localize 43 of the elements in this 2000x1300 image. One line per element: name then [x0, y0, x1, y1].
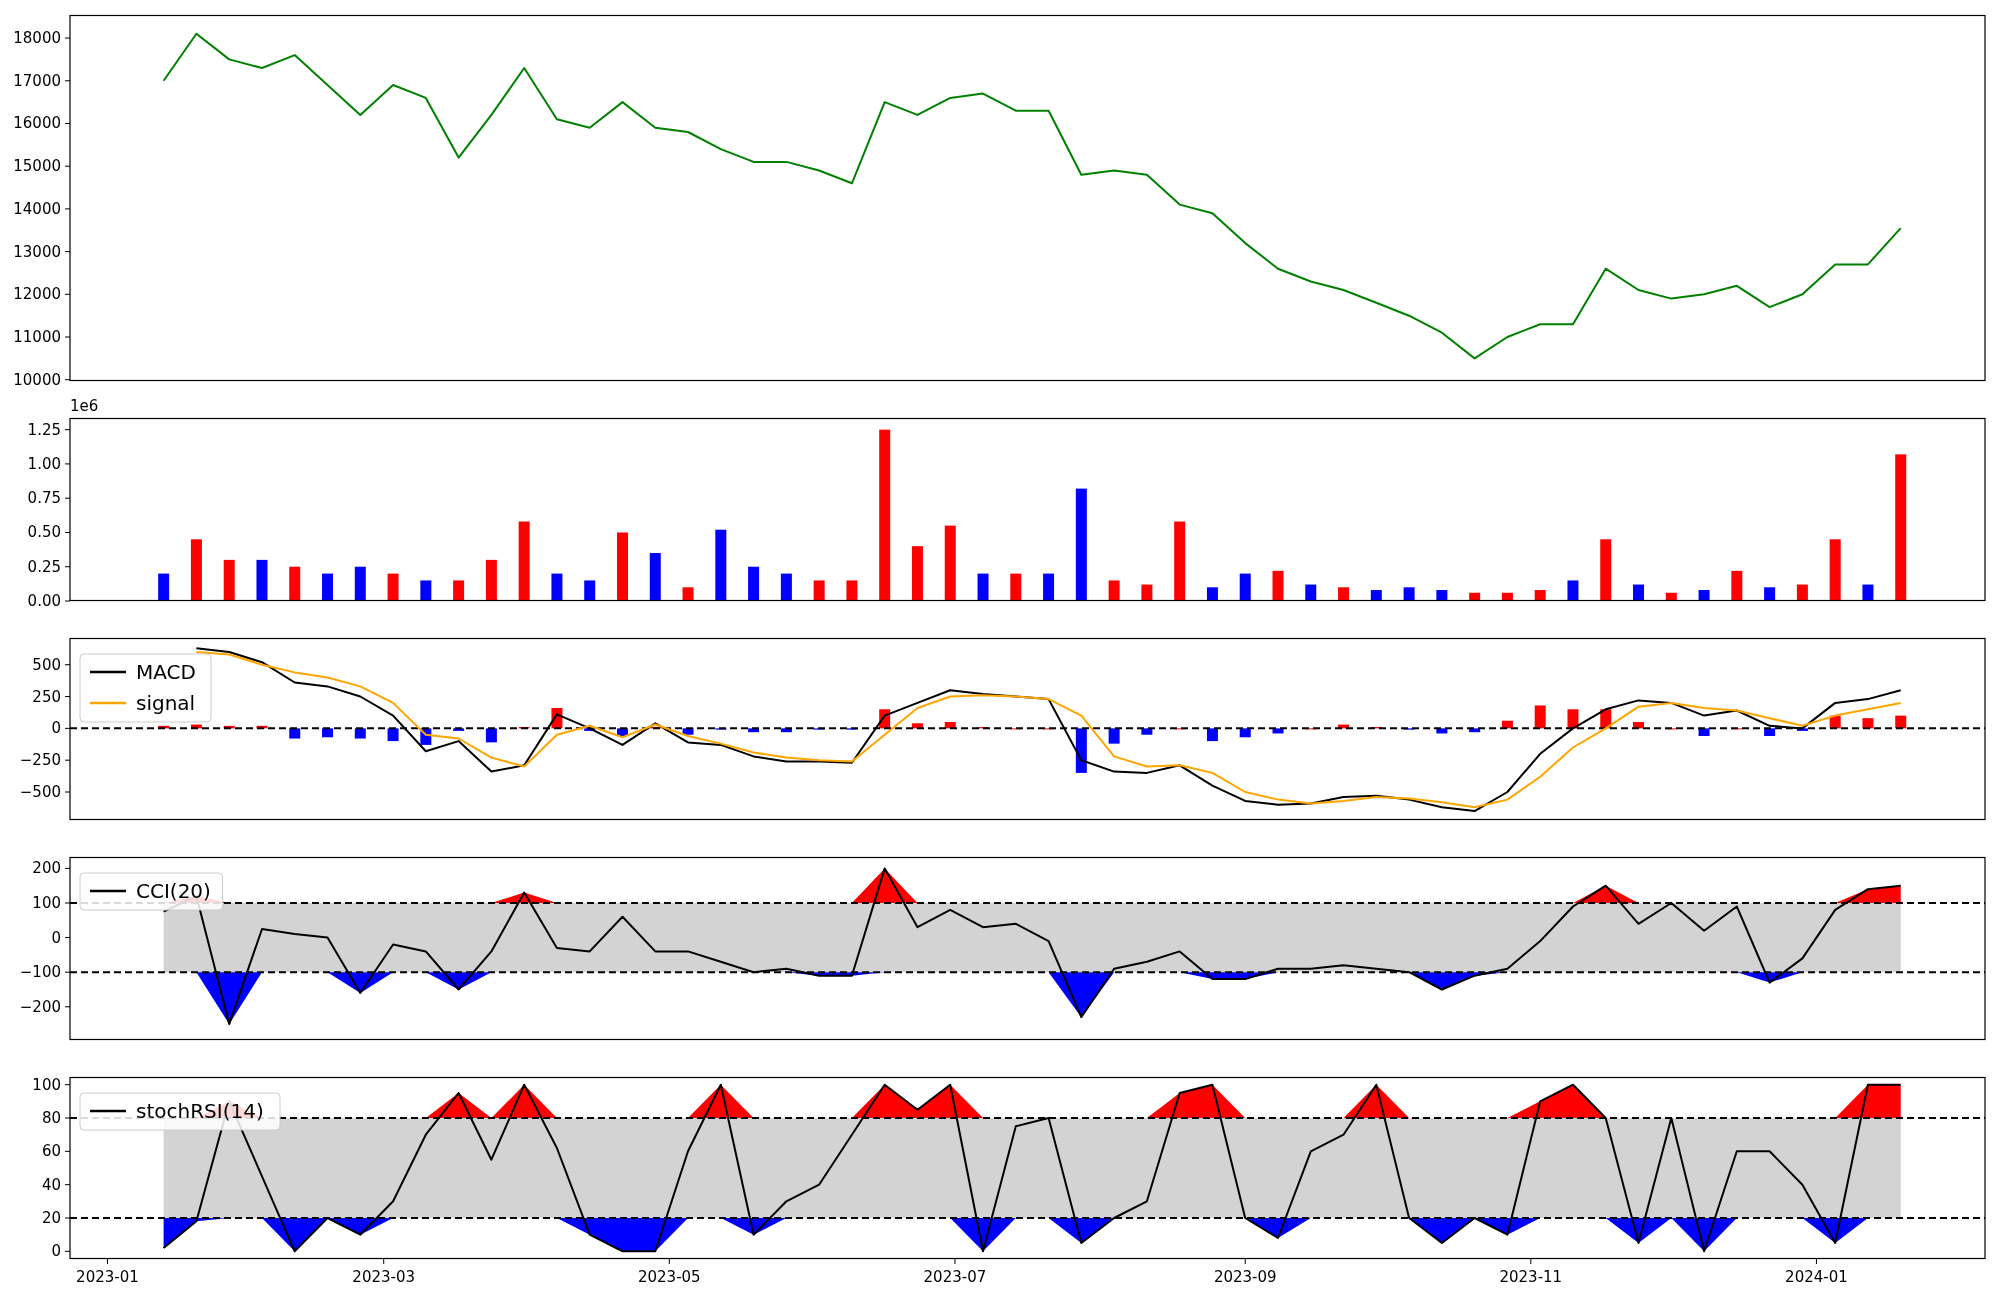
y-tick-label: 80 [41, 1109, 61, 1127]
y-tick-label: −500 [19, 783, 61, 801]
legend-label: signal [136, 691, 196, 715]
y-tick-label: 250 [32, 687, 61, 706]
y-tick-label: 15000 [13, 157, 61, 176]
axis-offset-label: 1e6 [70, 397, 99, 415]
x-tick-label: 2023-05 [637, 1268, 701, 1286]
y-tick-label: 14000 [13, 199, 61, 218]
x-tick-label: 2024-01 [1785, 1268, 1848, 1286]
y-tick-label: 100 [32, 1075, 61, 1094]
y-tick-label: 0.00 [27, 592, 61, 610]
y-tick-label: −100 [19, 963, 61, 982]
legend-label: stochRSI(14) [136, 1099, 264, 1123]
x-tick-label: 2023-03 [352, 1268, 416, 1286]
y-tick-label: 100 [32, 894, 61, 912]
y-tick-label: 20 [41, 1209, 61, 1227]
y-tick-label: 16000 [13, 114, 61, 133]
y-tick-label: 12000 [13, 285, 61, 304]
y-tick-label: 0.75 [27, 489, 61, 508]
y-tick-label: −200 [19, 997, 61, 1016]
y-tick-label: 18000 [13, 29, 61, 48]
y-tick-label: 500 [32, 655, 61, 674]
legend-label: MACD [136, 660, 196, 684]
x-tick-label: 2023-09 [1213, 1268, 1277, 1286]
y-tick-label: 0.25 [27, 557, 61, 576]
y-tick-label: 40 [41, 1175, 61, 1194]
y-tick-label: 11000 [13, 328, 61, 346]
y-tick-label: 0 [51, 719, 61, 738]
y-tick-label: 13000 [13, 242, 61, 261]
y-tick-label: 0 [51, 1242, 61, 1261]
y-tick-label: 1.00 [27, 454, 61, 473]
y-tick-label: −250 [19, 751, 61, 770]
x-tick-label: 2023-07 [923, 1268, 987, 1286]
y-tick-label: 0 [51, 928, 61, 947]
x-tick-label: 2023-01 [76, 1268, 139, 1286]
y-tick-label: 0.50 [27, 523, 61, 542]
y-tick-label: 60 [41, 1142, 61, 1161]
x-tick-label: 2023-11 [1499, 1268, 1563, 1286]
y-tick-label: 10000 [13, 370, 61, 389]
y-tick-label: 200 [32, 859, 61, 878]
legend-label: CCI(20) [136, 879, 211, 903]
y-tick-label: 1.25 [27, 420, 61, 439]
y-tick-label: 17000 [13, 71, 61, 90]
